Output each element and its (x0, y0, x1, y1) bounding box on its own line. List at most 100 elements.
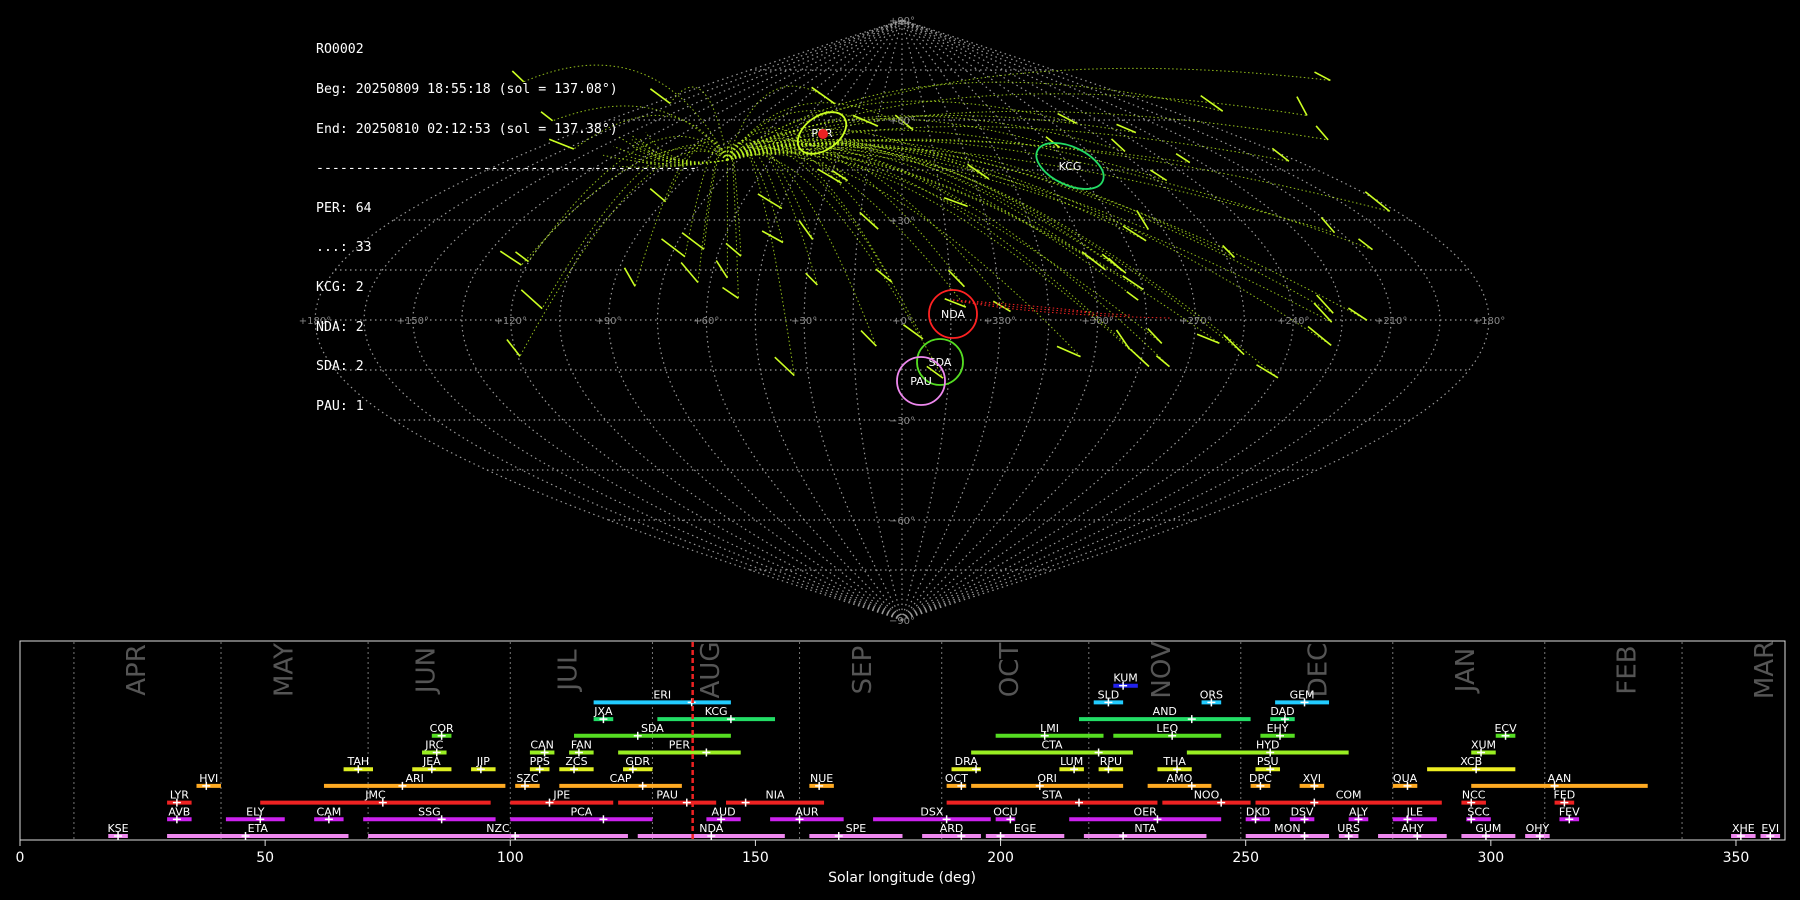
shower-label: LMI (1040, 722, 1059, 735)
shower-label: XCB (1460, 755, 1482, 768)
radiant-core-per (818, 129, 828, 139)
meteor-segment (1347, 307, 1368, 321)
meteor-segment (1116, 123, 1137, 134)
shower-label: ORS (1200, 688, 1223, 701)
shower-label: ETA (248, 822, 269, 835)
radiant-label: PAU (910, 375, 932, 388)
meteor-segment (817, 168, 843, 184)
shower-label: DRA (955, 755, 979, 768)
meteor-segment (1129, 348, 1150, 368)
shower-mon: MON (1245, 822, 1330, 840)
meteor-segment (967, 163, 990, 180)
month-label: NOV (1147, 641, 1177, 698)
x-tick-label: 300 (1477, 850, 1504, 866)
event-info-panel: RO0002 Beg: 20250809 18:55:18 (sol = 137… (316, 17, 697, 426)
x-tick-label: 250 (1232, 850, 1259, 866)
shower-fed: FED (1554, 789, 1576, 807)
shower-label: LYR (170, 789, 189, 802)
lat-label: +90° (889, 16, 915, 27)
x-axis-label: Solar longitude (deg) (828, 870, 976, 886)
x-tick-label: 200 (987, 850, 1014, 866)
meteor-segment (875, 268, 893, 283)
shower-label: FED (1554, 789, 1576, 802)
meteor-track (727, 147, 967, 308)
shower-pps: PPS (530, 755, 550, 774)
count-sda: SDA: 2 (316, 359, 364, 375)
meteor-segment (1313, 302, 1333, 323)
meteor-segment (761, 230, 784, 244)
shower-label: NZC (486, 822, 510, 835)
shower-label: ARI (405, 772, 423, 785)
shower-label: JXA (593, 705, 613, 718)
meteor-segment (1122, 225, 1147, 242)
lon-label: +210° (1375, 316, 1407, 327)
shower-label: DPC (1249, 772, 1272, 785)
shower-rpu: RPU (1098, 755, 1124, 774)
meridian-line (803, 19, 903, 621)
radiant-pau: PAU (896, 356, 946, 406)
meteor-segment (1315, 125, 1329, 141)
shower-label: ZCS (565, 755, 587, 768)
shower-sda: SDA (574, 722, 731, 740)
shower-label: KCG (705, 705, 728, 718)
shower-can: CAN (529, 739, 555, 757)
radiant-kcg: KCG (1035, 142, 1105, 190)
meteor-segment (1081, 251, 1106, 271)
shower-aan: AAN (1471, 772, 1648, 790)
shower-label: ERI (653, 688, 671, 701)
shower-eta: ETA (167, 822, 349, 840)
meteor-segment (1256, 364, 1279, 379)
lon-label: +30° (791, 316, 817, 327)
shower-gum: GUM (1461, 822, 1516, 840)
shower-label: PCA (570, 805, 592, 818)
shower-jle: JLE (1392, 805, 1437, 824)
shower-dra: DRA (951, 755, 981, 774)
meteor-segment (1307, 325, 1332, 347)
shower-label: JPE (552, 789, 570, 802)
shower-pau: PAU (618, 789, 717, 807)
shower-dsx: DSX (873, 805, 991, 824)
shower-ege: EGE (985, 822, 1065, 840)
shower-dkd: DKD (1245, 805, 1271, 824)
shower-label: SLD (1098, 688, 1120, 701)
shower-label: AHY (1401, 822, 1424, 835)
shower-label: KSE (107, 822, 128, 835)
meteor-track (697, 148, 728, 283)
radiant-markers: PERKCGNDASDAPAU (796, 111, 1105, 406)
shower-label: RPU (1100, 755, 1122, 768)
shower-label: CAP (610, 772, 632, 785)
shower-label: XVI (1303, 772, 1321, 785)
shower-label: DSX (920, 805, 943, 818)
shower-szc: SZC (515, 772, 540, 790)
meteor-segment (725, 242, 742, 257)
shower-cap: CAP (559, 772, 682, 790)
month-label: APR (122, 644, 152, 696)
shower-jip: JIP (471, 755, 496, 774)
shower-label: DSV (1291, 805, 1314, 818)
lat-label: −60° (889, 516, 915, 527)
shower-label: AUR (795, 805, 819, 818)
shower-and: AND (1079, 705, 1251, 724)
meteor-track-red (952, 299, 1131, 316)
count-per: PER: 64 (316, 200, 372, 216)
shower-label: COM (1336, 789, 1362, 802)
shower-label: PER (669, 739, 691, 752)
shower-avb: AVB (167, 805, 192, 824)
shower-kum: KUM (1113, 672, 1138, 690)
meteor-segment (1122, 275, 1144, 291)
shower-label: EHY (1267, 722, 1289, 735)
shower-label: TAH (346, 755, 369, 768)
shower-per: PER (618, 739, 741, 757)
shower-xum: XUM (1471, 739, 1496, 757)
x-tick-label: 50 (256, 850, 274, 866)
meteor-segment (798, 220, 814, 240)
shower-label: ORI (1037, 772, 1057, 785)
meteor-segment (992, 300, 1011, 313)
meteor-segment (859, 211, 879, 230)
shower-label: SDA (641, 722, 664, 735)
shower-fan: FAN (569, 739, 594, 757)
shower-label: GDR (625, 755, 650, 768)
shower-ori: ORI (971, 772, 1124, 790)
meteor-track (726, 139, 739, 299)
meteor-segment (1147, 328, 1163, 344)
